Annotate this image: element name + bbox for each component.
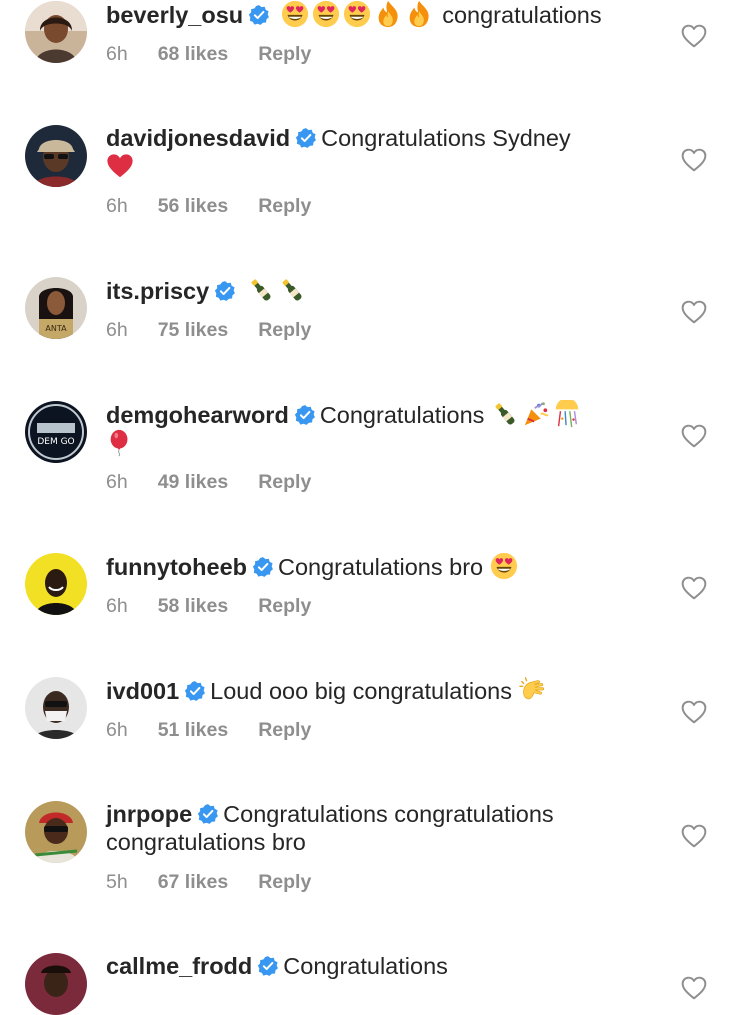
heart-outline-icon[interactable] [681, 148, 707, 172]
verified-badge-icon [197, 803, 219, 825]
fire-emoji-icon [405, 0, 433, 28]
verified-badge-icon [184, 680, 206, 702]
comment-time: 6h [106, 43, 128, 65]
comment-time: 6h [106, 595, 128, 617]
verified-badge-icon [252, 556, 274, 578]
champagne-emoji-icon [278, 276, 306, 304]
comment-time: 6h [106, 319, 128, 341]
heart-eyes-emoji-icon [312, 0, 340, 28]
avatar[interactable] [25, 801, 87, 863]
party-popper-emoji-icon [522, 400, 550, 428]
comment-username[interactable]: callme_frodd [106, 953, 252, 979]
comment-body: its.priscy [106, 276, 666, 305]
comment-time: 6h [106, 719, 128, 741]
comment-time: 5h [106, 871, 128, 893]
svg-text:DEM GO: DEM GO [37, 437, 74, 447]
verified-badge-icon [214, 280, 236, 302]
verified-badge-icon [248, 4, 270, 26]
reply-button[interactable]: Reply [258, 471, 311, 493]
comment-likes[interactable]: 49 likes [158, 471, 228, 493]
avatar[interactable]: DEM GO [25, 401, 87, 463]
heart-outline-icon[interactable] [681, 976, 707, 1000]
fire-emoji-icon [374, 0, 402, 28]
comment-body: ivd001 Loud ooo big congratulations [106, 676, 666, 705]
red-heart-emoji-icon [106, 152, 134, 180]
comment-username[interactable]: davidjonesdavid [106, 125, 290, 151]
heart-eyes-emoji-icon [343, 0, 371, 28]
comment-text: Congratulations Sydney [321, 125, 571, 151]
comment-meta: 6h 75 likes Reply [106, 319, 341, 342]
avatar[interactable] [25, 953, 87, 1015]
reply-button[interactable]: Reply [258, 195, 311, 217]
verified-badge-icon [295, 127, 317, 149]
heart-eyes-emoji-icon [490, 552, 518, 580]
champagne-emoji-icon [491, 400, 519, 428]
reply-button[interactable]: Reply [258, 719, 311, 741]
comment-likes[interactable]: 51 likes [158, 719, 228, 741]
comment-text: Congratulations [283, 953, 448, 979]
heart-outline-icon[interactable] [681, 576, 707, 600]
comment-text: congratulations [442, 2, 602, 28]
comment-meta: 6h 68 likes Reply [106, 43, 341, 66]
heart-outline-icon[interactable] [681, 300, 707, 324]
heart-outline-icon[interactable] [681, 700, 707, 724]
avatar[interactable] [25, 1, 87, 63]
heart-outline-icon[interactable] [681, 824, 707, 848]
balloon-emoji-icon [106, 429, 134, 457]
reply-button[interactable]: Reply [258, 43, 311, 65]
heart-eyes-emoji-icon [281, 0, 309, 28]
clapping-hands-emoji-icon [519, 676, 547, 704]
comment-likes[interactable]: 56 likes [158, 195, 228, 217]
reply-button[interactable]: Reply [258, 595, 311, 617]
comment-body: davidjonesdavid Congratulations Sydney [106, 124, 666, 181]
heart-outline-icon[interactable] [681, 24, 707, 48]
comment-likes[interactable]: 75 likes [158, 319, 228, 341]
comment-time: 6h [106, 195, 128, 217]
comment-text: Loud ooo big congratulations [210, 678, 512, 704]
comment-meta: 6h 56 likes Reply [106, 195, 341, 218]
comment-username[interactable]: beverly_osu [106, 2, 243, 28]
champagne-emoji-icon [247, 276, 275, 304]
avatar[interactable] [25, 125, 87, 187]
comment-meta: 6h 51 likes Reply [106, 719, 341, 742]
comment-text: Congratulations [319, 402, 485, 428]
confetti-ball-emoji-icon [553, 400, 581, 428]
comment-username[interactable]: funnytoheeb [106, 554, 247, 580]
avatar[interactable] [25, 677, 87, 739]
comment-username[interactable]: its.priscy [106, 278, 209, 304]
comment-likes[interactable]: 58 likes [158, 595, 228, 617]
comment-time: 6h [106, 471, 128, 493]
avatar[interactable] [25, 553, 87, 615]
svg-text:ANTA: ANTA [45, 324, 67, 333]
comment-body: callme_frodd Congratulations [106, 952, 666, 980]
heart-outline-icon[interactable] [681, 424, 707, 448]
comment-username[interactable]: demgohearword [106, 402, 289, 428]
comment-body: jnrpope Congratulations congratulations c… [106, 800, 666, 856]
comment-body: funnytoheeb Congratulations bro [106, 552, 666, 581]
comment-likes[interactable]: 67 likes [158, 871, 228, 893]
reply-button[interactable]: Reply [258, 319, 311, 341]
comment-text: Congratulations bro [278, 554, 484, 580]
comment-likes[interactable]: 68 likes [158, 43, 228, 65]
comment-meta: 6h 49 likes Reply [106, 471, 341, 494]
comment-username[interactable]: jnrpope [106, 801, 192, 827]
avatar[interactable]: ANTA [25, 277, 87, 339]
comment-meta: 5h 67 likes Reply [106, 871, 341, 894]
verified-badge-icon [257, 955, 279, 977]
verified-badge-icon [294, 404, 316, 426]
comment-body: beverly_osu congratulations [106, 0, 666, 29]
comment-meta: 6h 58 likes Reply [106, 595, 341, 618]
comment-body: demgohearword Congratulations [106, 400, 666, 458]
reply-button[interactable]: Reply [258, 871, 311, 893]
comment-username[interactable]: ivd001 [106, 678, 179, 704]
